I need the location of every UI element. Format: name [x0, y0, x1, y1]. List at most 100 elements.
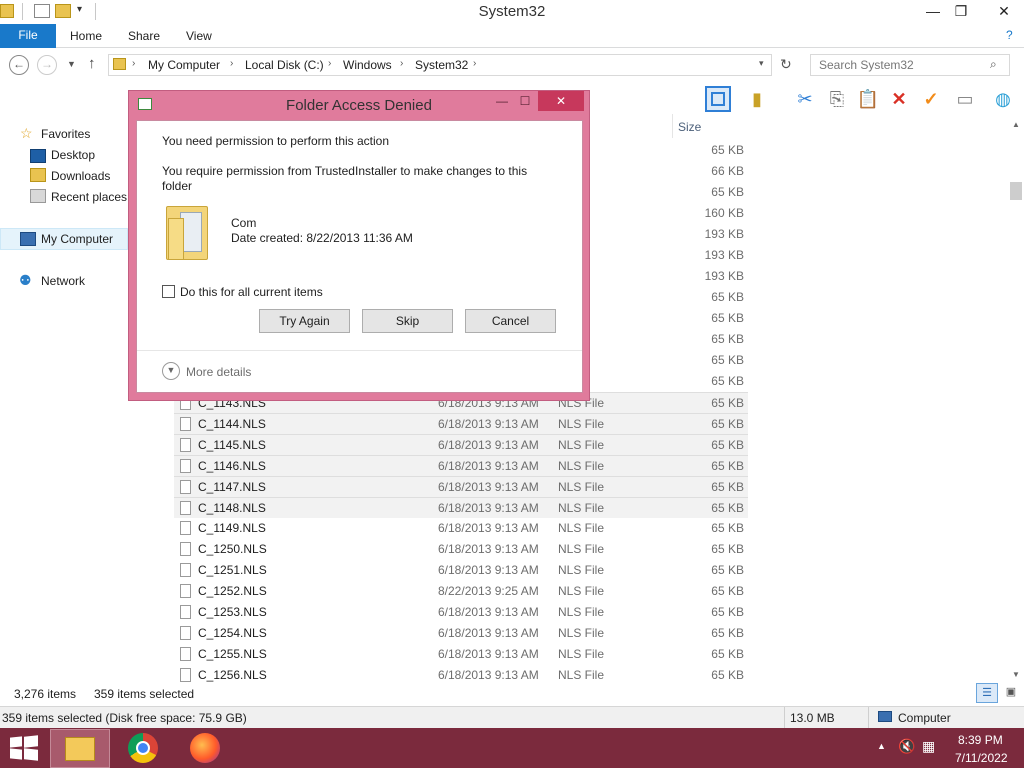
file-row[interactable]: C_1254.NLS 6/18/2013 9:13 AM NLS File 65 KB — [174, 623, 748, 644]
file-icon — [180, 501, 191, 515]
back-icon[interactable]: ← — [9, 55, 29, 75]
preview-pane-icon[interactable] — [705, 86, 731, 112]
scrollbar-thumb[interactable] — [1010, 182, 1022, 200]
skip-button[interactable]: Skip — [362, 309, 453, 333]
breadcrumb-local-disk[interactable]: Local Disk (C:) — [245, 58, 324, 72]
tab-view[interactable]: View — [186, 29, 212, 43]
nav-favorites[interactable]: Favorites — [41, 127, 90, 141]
help-icon[interactable]: ? — [1006, 28, 1013, 42]
cut-icon[interactable]: ✂ — [792, 86, 818, 112]
nav-my-computer[interactable]: My Computer — [41, 232, 113, 246]
address-dropdown-icon[interactable]: ▾ — [759, 58, 764, 69]
chevron-right-icon[interactable]: › — [473, 58, 476, 69]
file-date: 6/18/2013 9:13 AM — [438, 501, 539, 515]
firefox-icon[interactable] — [190, 733, 220, 763]
breadcrumb-system32[interactable]: System32 — [415, 58, 468, 72]
try-again-button[interactable]: Try Again — [259, 309, 350, 333]
clock-time[interactable]: 8:39 PM — [958, 733, 1003, 747]
refresh-icon[interactable]: ↻ — [780, 56, 792, 73]
up-icon[interactable]: ↑ — [88, 55, 96, 72]
tab-share[interactable]: Share — [128, 29, 160, 43]
column-header-size[interactable]: Size — [678, 120, 701, 134]
search-icon[interactable]: ⌕ — [990, 57, 997, 72]
chevron-down-icon[interactable]: ▼ — [162, 362, 180, 380]
volume-muted-icon[interactable]: 🔇 — [898, 738, 915, 755]
file-type: NLS File — [558, 668, 605, 682]
minimize-button[interactable]: — — [918, 0, 948, 22]
file-size: 65 KB — [711, 501, 744, 515]
recent-locations-icon[interactable]: ▼ — [67, 59, 76, 69]
scroll-up-icon[interactable]: ▲ — [1012, 120, 1020, 129]
dialog-minimize-button[interactable]: — — [491, 94, 513, 112]
status-details: 359 items selected (Disk free space: 75.… — [2, 711, 247, 725]
file-row[interactable]: C_1146.NLS 6/18/2013 9:13 AM NLS File 65 KB — [174, 455, 748, 476]
file-row[interactable]: C_1147.NLS 6/18/2013 9:13 AM NLS File 65 KB — [174, 476, 748, 497]
details-view-icon[interactable]: ☰ — [976, 683, 998, 703]
file-row[interactable]: C_1255.NLS 6/18/2013 9:13 AM NLS File 65 KB — [174, 644, 748, 665]
large-icons-view-icon[interactable]: ▣ — [1001, 683, 1021, 703]
vertical-scrollbar[interactable] — [1008, 116, 1024, 684]
computer-icon — [878, 711, 892, 722]
more-details-link[interactable]: More details — [186, 365, 251, 379]
file-row[interactable]: C_1253.NLS 6/18/2013 9:13 AM NLS File 65 KB — [174, 602, 748, 623]
tab-file[interactable]: File — [0, 24, 56, 48]
file-size: 65 KB — [711, 311, 744, 325]
file-row[interactable]: C_1251.NLS 6/18/2013 9:13 AM NLS File 65 KB — [174, 560, 748, 581]
file-type: NLS File — [558, 563, 605, 577]
file-size: 65 KB — [711, 668, 744, 682]
delete-icon[interactable]: ✕ — [886, 86, 912, 112]
file-icon — [180, 668, 191, 682]
file-icon — [180, 542, 191, 556]
chevron-right-icon[interactable]: › — [400, 58, 403, 69]
clock-date[interactable]: 7/11/2022 — [955, 751, 1008, 765]
close-button[interactable]: ✕ — [985, 0, 1023, 22]
check-icon[interactable]: ✓ — [918, 86, 944, 112]
dialog-close-button[interactable]: ✕ — [538, 91, 584, 111]
chevron-right-icon[interactable]: › — [328, 58, 331, 69]
file-icon — [180, 417, 191, 431]
restore-button[interactable]: ❐ — [946, 0, 976, 22]
tab-home[interactable]: Home — [70, 29, 102, 43]
taskbar-file-explorer[interactable] — [50, 729, 110, 768]
scroll-down-icon[interactable]: ▼ — [1012, 670, 1020, 679]
nav-desktop[interactable]: Desktop — [51, 148, 95, 162]
copy-icon[interactable]: ⎘ — [824, 86, 850, 112]
file-type: NLS File — [558, 438, 605, 452]
start-button-icon[interactable] — [10, 735, 38, 761]
folder-options-icon[interactable]: ▮ — [744, 86, 770, 112]
network-globe-icon[interactable]: ◍ — [990, 86, 1016, 112]
file-type: NLS File — [558, 521, 605, 535]
all-items-checkbox[interactable] — [162, 285, 175, 298]
cancel-button[interactable]: Cancel — [465, 309, 556, 333]
file-row[interactable]: C_1250.NLS 6/18/2013 9:13 AM NLS File 65 KB — [174, 539, 748, 560]
file-row[interactable]: C_1144.NLS 6/18/2013 9:13 AM NLS File 65 KB — [174, 413, 748, 434]
file-row[interactable]: C_1149.NLS 6/18/2013 9:13 AM NLS File 65 KB — [174, 518, 748, 539]
network-tray-icon[interactable]: ▦ — [922, 738, 935, 755]
forward-icon[interactable]: → — [37, 55, 57, 75]
file-row[interactable]: C_1145.NLS 6/18/2013 9:13 AM NLS File 65 KB — [174, 434, 748, 455]
rename-icon[interactable]: ▭ — [952, 86, 978, 112]
file-row[interactable]: C_1256.NLS 6/18/2013 9:13 AM NLS File 65 KB — [174, 665, 748, 686]
chrome-icon[interactable] — [128, 733, 158, 763]
file-size: 160 KB — [704, 206, 744, 220]
nav-downloads[interactable]: Downloads — [51, 169, 110, 183]
file-row[interactable]: C_1252.NLS 8/22/2013 9:25 AM NLS File 65 KB — [174, 581, 748, 602]
chevron-right-icon[interactable]: › — [230, 58, 233, 69]
nav-network[interactable]: Network — [41, 274, 85, 288]
file-name: C_1256.NLS — [198, 668, 267, 682]
file-size: 193 KB — [704, 269, 744, 283]
file-icon — [180, 459, 191, 473]
dialog-maximize-button[interactable]: ☐ — [514, 94, 536, 112]
breadcrumb-my-computer[interactable]: My Computer — [148, 58, 220, 72]
file-size: 65 KB — [711, 185, 744, 199]
show-hidden-icons-icon[interactable]: ▲ — [877, 741, 886, 751]
breadcrumb-windows[interactable]: Windows — [343, 58, 392, 72]
nav-recent-places[interactable]: Recent places — [51, 190, 127, 204]
status-location: Computer — [898, 711, 951, 725]
file-size: 65 KB — [711, 459, 744, 473]
file-size: 65 KB — [711, 374, 744, 388]
all-items-checkbox-label[interactable]: Do this for all current items — [180, 285, 323, 299]
file-row[interactable]: C_1148.NLS 6/18/2013 9:13 AM NLS File 65 KB — [174, 497, 748, 518]
file-name: C_1251.NLS — [198, 563, 267, 577]
paste-icon[interactable]: 📋 — [855, 86, 881, 112]
